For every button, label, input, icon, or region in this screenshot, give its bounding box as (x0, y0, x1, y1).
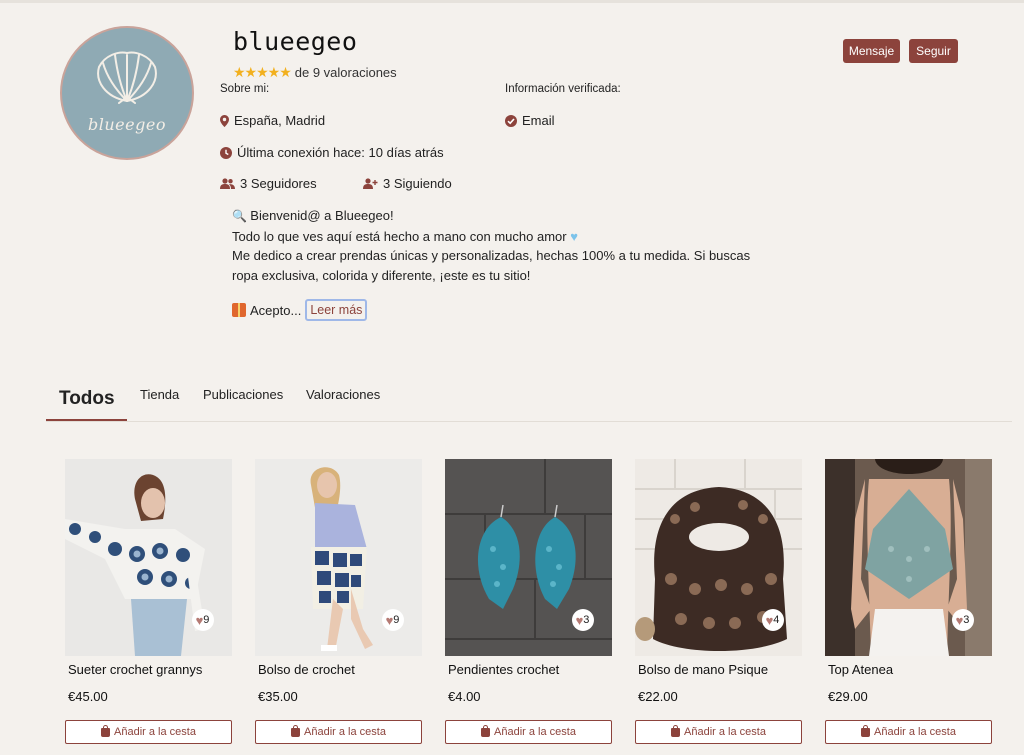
product-card[interactable]: ♥ 3 Pendientes crochet €4.00 Añadir a la … (445, 459, 612, 744)
bag-icon (481, 724, 491, 737)
product-price: €4.00 (448, 689, 481, 704)
product-card[interactable]: ♥ 3 Top Atenea €29.00 Añadir a la cesta (825, 459, 992, 744)
heart-icon: ♥ (765, 612, 774, 628)
top-divider (0, 0, 1024, 3)
product-card[interactable]: ♥ 9 Sueter crochet grannys €45.00 Añadir … (65, 459, 232, 744)
about-label: Sobre mi: (220, 83, 270, 95)
likes-count: 3 (583, 614, 590, 626)
likes-count: 4 (773, 614, 780, 626)
location-row: España, Madrid (220, 113, 325, 128)
accept-text: Acepto... (250, 302, 302, 318)
heart-icon: ♥ (385, 612, 394, 628)
location-text: España, Madrid (234, 113, 326, 128)
bag-icon (861, 724, 871, 737)
add-to-cart-button[interactable]: Añadir a la cesta (825, 720, 992, 744)
users-icon (220, 178, 235, 189)
likes-badge[interactable]: ♥ 3 (952, 609, 974, 631)
product-price: €29.00 (828, 689, 868, 704)
tab-todos[interactable]: Todos (59, 378, 115, 410)
bio-line: Todo lo que ves aquí está hecho a mano c… (232, 228, 578, 244)
product-name[interactable]: Pendientes crochet (448, 662, 612, 677)
likes-badge[interactable]: ♥ 9 (382, 609, 404, 631)
following-row[interactable]: 3 Siguiendo (363, 176, 452, 191)
product-card[interactable]: ♥ 4 Bolso de mano Psique €22.00 Añadir a … (635, 459, 802, 744)
likes-badge[interactable]: ♥ 9 (192, 609, 214, 631)
bag-icon (101, 724, 111, 737)
clock-icon (220, 146, 232, 159)
location-pin-icon (220, 114, 229, 127)
bag-icon (671, 724, 681, 737)
accept-row: Acepto... Leer más (232, 299, 368, 321)
likes-count: 9 (393, 614, 400, 626)
rating-stars: ★★★★★ (233, 64, 292, 80)
product-image[interactable]: ♥ 9 (255, 459, 422, 656)
product-name[interactable]: Top Atenea (828, 662, 992, 677)
bio-line: ropa exclusiva, colorida y diferente, ¡e… (232, 267, 531, 283)
user-plus-icon (363, 178, 378, 189)
add-to-cart-button[interactable]: Añadir a la cesta (255, 720, 422, 744)
likes-count: 3 (963, 614, 970, 626)
blue-heart-icon: ♥ (570, 228, 578, 244)
message-button[interactable]: Mensaje (843, 39, 900, 63)
profile-tabs: Todos Tienda Publicaciones Valoraciones (46, 378, 1012, 422)
product-image[interactable]: ♥ 4 (635, 459, 802, 656)
verified-label: Información verificada: (505, 83, 621, 95)
read-more-button[interactable]: Leer más (305, 299, 368, 321)
tab-valoraciones[interactable]: Valoraciones (306, 378, 380, 402)
verified-email-text: Email (522, 113, 555, 128)
followers-row[interactable]: 3 Seguidores (220, 176, 317, 191)
avatar[interactable]: blueegeo (60, 26, 194, 160)
product-image[interactable]: ♥ 9 (65, 459, 232, 656)
product-image[interactable]: ♥ 3 (825, 459, 992, 656)
sparkle-icon: 🔍 (232, 209, 251, 223)
following-text: 3 Siguiendo (383, 176, 452, 191)
heart-icon: ♥ (195, 612, 204, 628)
add-to-cart-button[interactable]: Añadir a la cesta (65, 720, 232, 744)
shell-logo-icon (97, 51, 157, 104)
rating-count: de 9 valoraciones (294, 65, 397, 80)
active-tab-indicator (46, 419, 127, 421)
bio-line: 🔍 Bienvenid@ a Blueegeo! (232, 208, 394, 223)
bio-line: Me dedico a crear prendas únicas y perso… (232, 248, 751, 263)
product-card[interactable]: ♥ 9 Bolso de crochet €35.00 Añadir a la c… (255, 459, 422, 744)
product-name[interactable]: Bolso de mano Psique (638, 662, 802, 677)
add-to-cart-button[interactable]: Añadir a la cesta (635, 720, 802, 744)
heart-icon: ♥ (575, 612, 584, 628)
add-to-cart-button[interactable]: Añadir a la cesta (445, 720, 612, 744)
follow-button[interactable]: Seguir (909, 39, 958, 63)
heart-icon: ♥ (955, 612, 964, 628)
product-price: €22.00 (638, 689, 678, 704)
gift-icon (232, 303, 246, 317)
username: blueegeo (233, 27, 358, 56)
product-name[interactable]: Bolso de crochet (258, 662, 422, 677)
check-circle-icon (505, 114, 517, 127)
bio: 🔍 Bienvenid@ a Blueegeo! Todo lo que ves… (232, 206, 752, 285)
verified-email-row: Email (505, 113, 555, 128)
likes-badge[interactable]: ♥ 4 (762, 609, 784, 631)
rating[interactable]: ★★★★★ de 9 valoraciones (233, 64, 397, 81)
tab-tienda[interactable]: Tienda (140, 378, 179, 402)
followers-text: 3 Seguidores (240, 176, 317, 191)
last-connection-row: Última conexión hace: 10 días atrás (220, 145, 444, 160)
bag-icon (291, 724, 301, 737)
product-image[interactable]: ♥ 3 (445, 459, 612, 656)
product-price: €35.00 (258, 689, 298, 704)
likes-count: 9 (203, 614, 210, 626)
product-price: €45.00 (68, 689, 108, 704)
likes-badge[interactable]: ♥ 3 (572, 609, 594, 631)
tab-publicaciones[interactable]: Publicaciones (203, 378, 283, 402)
last-connection-text: Última conexión hace: 10 días atrás (237, 145, 444, 160)
avatar-logo-text: blueegeo (88, 114, 166, 134)
product-name[interactable]: Sueter crochet grannys (68, 662, 232, 677)
